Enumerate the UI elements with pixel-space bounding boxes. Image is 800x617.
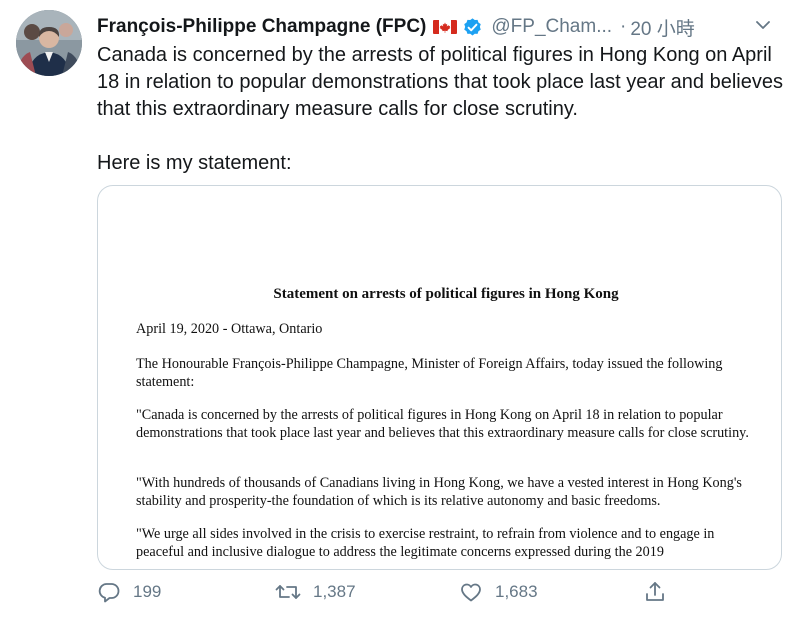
canada-flag-icon <box>433 20 458 34</box>
tweet-header: François-Philippe Champagne (FPC) @FP_Ch… <box>97 12 780 42</box>
avatar-photo <box>16 10 82 76</box>
share-button[interactable] <box>643 580 667 604</box>
reply-button[interactable]: 199 <box>97 580 161 604</box>
verified-badge-icon <box>464 17 482 35</box>
avatar[interactable] <box>16 10 82 76</box>
document-paragraph: The Honourable François-Philippe Champag… <box>136 356 723 390</box>
like-button[interactable]: 1,683 <box>459 580 538 604</box>
document-paragraph: "Canada is concerned by the arrests of p… <box>136 407 749 441</box>
tweet-actions: 199 1,387 1,683 <box>97 580 787 610</box>
document-paragraph: "We urge all sides involved in the crisi… <box>136 526 715 560</box>
like-icon <box>461 583 481 602</box>
share-icon <box>646 582 664 601</box>
chevron-down-icon[interactable] <box>754 16 772 34</box>
tweet-paragraph: Canada is concerned by the arrests of po… <box>97 44 783 120</box>
timestamp[interactable]: 20 小時 <box>630 14 694 41</box>
tweet-text: Canada is concerned by the arrests of po… <box>97 42 787 177</box>
retweet-count: 1,387 <box>313 582 356 601</box>
tweet: François-Philippe Champagne (FPC) @FP_Ch… <box>0 0 800 617</box>
document-paragraph: "With hundreds of thousands of Canadians… <box>136 475 742 509</box>
retweet-icon <box>275 585 301 599</box>
document-title: Statement on arrests of political figure… <box>273 286 619 302</box>
retweet-button[interactable]: 1,387 <box>275 580 356 604</box>
reply-icon <box>98 583 120 603</box>
tweet-paragraph: Here is my statement: <box>97 152 292 174</box>
author-name[interactable]: François-Philippe Champagne (FPC) <box>97 16 426 38</box>
separator-dot: · <box>620 16 627 37</box>
document-dateline: April 19, 2020 - Ottawa, Ontario <box>136 321 323 337</box>
like-count: 1,683 <box>495 582 538 601</box>
attached-image[interactable]: Statement on arrests of political figure… <box>97 185 782 570</box>
reply-count: 199 <box>133 582 162 601</box>
author-handle[interactable]: @FP_Cham... <box>491 16 612 38</box>
